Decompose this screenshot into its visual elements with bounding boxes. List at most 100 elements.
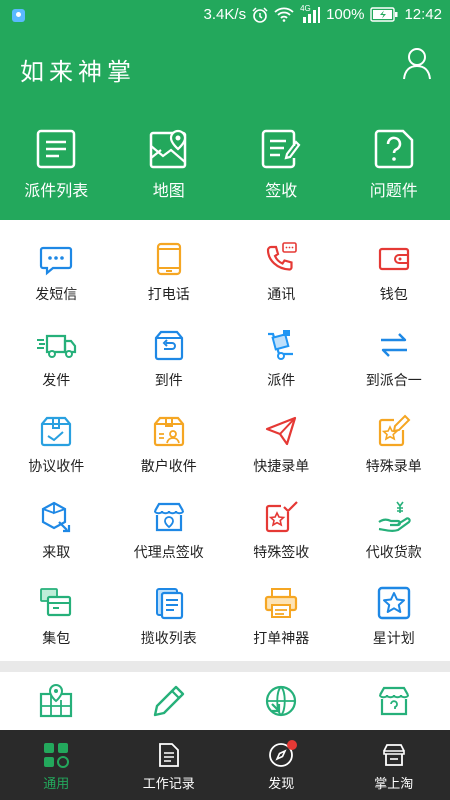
- wallet-icon: [378, 247, 409, 271]
- call-icon: [267, 242, 298, 271]
- arrive-dispatch-button[interactable]: 到派合一: [338, 306, 450, 392]
- nav-label: 工作记录: [142, 777, 195, 792]
- nav-general[interactable]: 通用: [0, 730, 113, 800]
- secondary-item-store[interactable]: [338, 672, 450, 730]
- contract-receive-button[interactable]: 协议收件: [0, 392, 113, 478]
- return-box-icon: [154, 330, 183, 361]
- agent-sign-button[interactable]: 代理点签收: [113, 478, 226, 564]
- top-action-label: 问题件: [369, 181, 418, 200]
- collect-list-button[interactable]: 揽收列表: [113, 564, 226, 650]
- send-parcel-button[interactable]: 发件: [0, 306, 113, 392]
- collect-list-icon: [155, 588, 183, 620]
- grid-label: 打电话: [147, 287, 190, 303]
- profile-button[interactable]: [402, 46, 432, 82]
- section-divider: [0, 661, 450, 672]
- map-icon: [149, 129, 186, 169]
- globe-icon: [266, 685, 297, 717]
- grid-label: 特殊录单: [365, 459, 422, 475]
- arrival-button[interactable]: 到件: [113, 306, 226, 392]
- grid-label: 发短信: [35, 287, 78, 303]
- swap-arrows-icon: [380, 333, 407, 357]
- notification-dot: [287, 740, 298, 750]
- grid-label: 集包: [42, 631, 71, 647]
- send-sms-button[interactable]: 发短信: [0, 220, 113, 306]
- package-stack-icon: [40, 588, 72, 617]
- star-edit-icon: [378, 414, 411, 447]
- paper-plane-icon: [266, 416, 297, 446]
- grid-label: 派件: [267, 373, 296, 389]
- top-actions: 派件列表 地图 签收 问题件: [0, 128, 450, 201]
- bottom-nav: 通用 工作记录 发现 掌上淘: [0, 730, 450, 800]
- top-action-label: 签收: [265, 181, 298, 200]
- list-doc-icon: [37, 129, 76, 169]
- grid-label: 快捷录单: [253, 459, 310, 475]
- grid-label: 来取: [42, 545, 71, 561]
- grid-label: 协议收件: [28, 459, 85, 475]
- nav-label: 掌上淘: [374, 777, 414, 792]
- come-pickup-button[interactable]: 来取: [0, 478, 113, 564]
- grid-label: 打单神器: [253, 631, 310, 647]
- phone-tablet-icon: [156, 242, 181, 276]
- dispatch-button[interactable]: 派件: [225, 306, 338, 392]
- secondary-item-globe[interactable]: [225, 672, 338, 730]
- battery-icon: [370, 7, 398, 22]
- nav-work-record[interactable]: 工作记录: [113, 730, 226, 800]
- grid-label: 通讯: [267, 287, 296, 303]
- quick-entry-button[interactable]: 快捷录单: [225, 392, 338, 478]
- grid-label: 揽收列表: [140, 631, 197, 647]
- store-location-icon: [153, 502, 184, 532]
- cash-hand-icon: [378, 501, 411, 532]
- grid-label: 发件: [42, 373, 71, 389]
- function-grid: 发短信 打电话 通讯 钱包 发件 到件 派件 到派合一 协议收件 散户收件 快捷…: [0, 220, 450, 650]
- sign-doc-icon: [262, 129, 301, 169]
- dispatch-list-button[interactable]: 派件列表: [0, 128, 113, 201]
- grid-icon: [44, 743, 70, 768]
- problem-item-button[interactable]: 问题件: [338, 128, 450, 201]
- star-plan-button[interactable]: 星计划: [338, 564, 450, 650]
- cod-button[interactable]: 代收货款: [338, 478, 450, 564]
- nav-shop[interactable]: 掌上淘: [338, 730, 450, 800]
- retail-receive-button[interactable]: 散户收件: [113, 392, 226, 478]
- contacts-button[interactable]: 通讯: [225, 220, 338, 306]
- location-notification-icon: [12, 9, 25, 22]
- top-action-label: 派件列表: [24, 181, 89, 200]
- star-check-icon: [266, 501, 299, 533]
- sms-icon: [40, 246, 73, 276]
- network-speed: 3.4K/s: [203, 6, 247, 23]
- box-person-icon: [153, 416, 184, 447]
- hand-truck-icon: [268, 330, 294, 360]
- nav-discover[interactable]: 发现: [225, 730, 338, 800]
- map-pin-icon: [40, 684, 73, 718]
- shop-icon: [382, 744, 405, 766]
- question-doc-icon: [374, 129, 413, 169]
- store-question-icon: [378, 686, 409, 716]
- wifi-icon: [274, 7, 294, 22]
- header: 如来神掌 派件列表 地图 签收 问题件: [0, 32, 450, 220]
- wallet-button[interactable]: 钱包: [338, 220, 450, 306]
- sign-button[interactable]: 签收: [225, 128, 338, 201]
- map-button[interactable]: 地图: [113, 128, 226, 201]
- battery-level: 100%: [326, 6, 365, 23]
- alarm-icon: [252, 6, 268, 23]
- grid-label: 散户收件: [140, 459, 197, 475]
- special-sign-button[interactable]: 特殊签收: [225, 478, 338, 564]
- pickup-icon: [42, 501, 71, 533]
- secondary-item-map[interactable]: [0, 672, 113, 730]
- grid-label: 钱包: [379, 287, 408, 303]
- package-collect-button[interactable]: 集包: [0, 564, 113, 650]
- special-entry-button[interactable]: 特殊录单: [338, 392, 450, 478]
- print-tool-button[interactable]: 打单神器: [225, 564, 338, 650]
- make-call-button[interactable]: 打电话: [113, 220, 226, 306]
- grid-label: 星计划: [372, 631, 415, 647]
- grid-label: 代理点签收: [133, 545, 204, 561]
- nav-label: 通用: [43, 777, 70, 792]
- secondary-item-edit[interactable]: [113, 672, 226, 730]
- top-action-label: 地图: [152, 181, 185, 200]
- clock: 12:42: [404, 6, 442, 23]
- truck-icon: [37, 334, 77, 358]
- signal-icon: 4G: [300, 4, 321, 23]
- printer-icon: [265, 588, 298, 618]
- grid-label: 代收货款: [365, 545, 422, 561]
- app-title: 如来神掌: [20, 58, 136, 86]
- pencil-icon: [153, 685, 184, 717]
